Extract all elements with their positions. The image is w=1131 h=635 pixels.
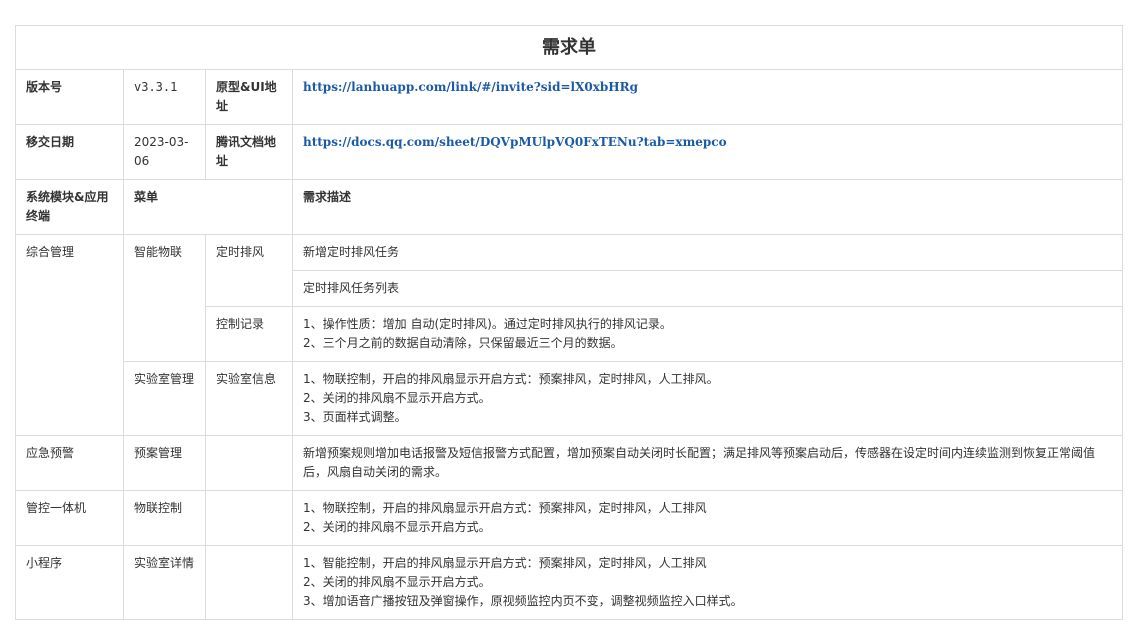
menu1-cell: 智能物联: [123, 234, 206, 362]
desc-cell: 新增定时排风任务: [292, 234, 1123, 271]
proto-url-link[interactable]: https://lanhuapp.com/link/#/invite?sid=l…: [303, 80, 638, 94]
date-value: 2023-03-06: [123, 124, 206, 180]
menu-header: 菜单: [123, 179, 293, 235]
desc-line: 2、关闭的排风扇不显示开启方式。: [303, 391, 491, 405]
desc-cell: 新增预案规则增加电话报警及短信报警方式配置，增加预案自动关闭时长配置；满足排风等…: [292, 435, 1123, 491]
desc-cell: 1、操作性质：增加 自动(定时排风)。通过定时排风执行的排风记录。 2、三个月之…: [292, 306, 1123, 362]
proto-url-cell: https://lanhuapp.com/link/#/invite?sid=l…: [292, 69, 1123, 125]
version-label: 版本号: [15, 69, 124, 125]
desc-line: 3、页面样式调整。: [303, 410, 407, 424]
table-row: 管控一体机 物联控制 1、物联控制，开启的排风扇显示开启方式：预案排风，定时排风…: [15, 490, 1123, 546]
requirements-table: 需求单 版本号 v3.3.1 原型&UI地址 https://lanhuapp.…: [15, 25, 1123, 620]
desc-line: 1、操作性质：增加 自动(定时排风)。通过定时排风执行的排风记录。: [303, 317, 672, 331]
desc-line: 2、三个月之前的数据自动清除，只保留最近三个月的数据。: [303, 336, 623, 350]
desc-cell: 1、智能控制，开启的排风扇显示开启方式：预案排风，定时排风，人工排风 2、关闭的…: [292, 545, 1123, 620]
desc-line: 2、关闭的排风扇不显示开启方式。: [303, 520, 491, 534]
menu1-cell: 实验室详情: [123, 545, 206, 620]
desc-line: 1、物联控制，开启的排风扇显示开启方式：预案排风，定时排风，人工排风。: [303, 372, 719, 386]
module-header: 系统模块&应用终端: [15, 179, 124, 235]
date-label: 移交日期: [15, 124, 124, 180]
tencent-url-link[interactable]: https://docs.qq.com/sheet/DQVpMUlpVQ0FxT…: [303, 135, 727, 149]
desc-line: 1、物联控制，开启的排风扇显示开启方式：预案排风，定时排风，人工排风: [303, 501, 707, 515]
tencent-label: 腾讯文档地址: [205, 124, 293, 180]
menu1-cell: 物联控制: [123, 490, 206, 546]
menu2-cell: 定时排风: [205, 234, 293, 307]
requirements-document: 需求单 版本号 v3.3.1 原型&UI地址 https://lanhuapp.…: [15, 25, 1123, 620]
tencent-url-cell: https://docs.qq.com/sheet/DQVpMUlpVQ0FxT…: [292, 124, 1123, 180]
desc-line: 1、智能控制，开启的排风扇显示开启方式：预案排风，定时排风，人工排风: [303, 556, 707, 570]
module-cell: 管控一体机: [15, 490, 124, 546]
menu2-cell: [205, 545, 293, 620]
menu1-cell: 实验室管理: [123, 361, 206, 436]
desc-line: 2、关闭的排风扇不显示开启方式。: [303, 575, 491, 589]
module-cell: 小程序: [15, 545, 124, 620]
menu2-cell: 实验室信息: [205, 361, 293, 436]
proto-label: 原型&UI地址: [205, 69, 293, 125]
module-cell: 综合管理: [15, 234, 124, 436]
desc-header: 需求描述: [292, 179, 1123, 235]
menu2-cell: [205, 435, 293, 491]
menu2-cell: 控制记录: [205, 306, 293, 362]
table-row: 应急预警 预案管理 新增预案规则增加电话报警及短信报警方式配置，增加预案自动关闭…: [15, 435, 1123, 491]
menu1-cell: 预案管理: [123, 435, 206, 491]
desc-cell: 1、物联控制，开启的排风扇显示开启方式：预案排风，定时排风，人工排风 2、关闭的…: [292, 490, 1123, 546]
page-title: 需求单: [15, 25, 1123, 70]
desc-line: 3、增加语音广播按钮及弹窗操作，原视频监控内页不变，调整视频监控入口样式。: [303, 594, 743, 608]
module-cell: 应急预警: [15, 435, 124, 491]
menu2-cell: [205, 490, 293, 546]
table-row: 实验室管理 实验室信息 1、物联控制，开启的排风扇显示开启方式：预案排风，定时排…: [16, 361, 1123, 436]
version-value: v3.3.1: [123, 69, 206, 125]
desc-cell: 1、物联控制，开启的排风扇显示开启方式：预案排风，定时排风，人工排风。 2、关闭…: [292, 361, 1123, 436]
desc-cell: 定时排风任务列表: [292, 270, 1123, 307]
table-row: 小程序 实验室详情 1、智能控制，开启的排风扇显示开启方式：预案排风，定时排风，…: [15, 545, 1123, 620]
table-row: 综合管理 智能物联 定时排风 新增定时排风任务: [15, 234, 1123, 436]
